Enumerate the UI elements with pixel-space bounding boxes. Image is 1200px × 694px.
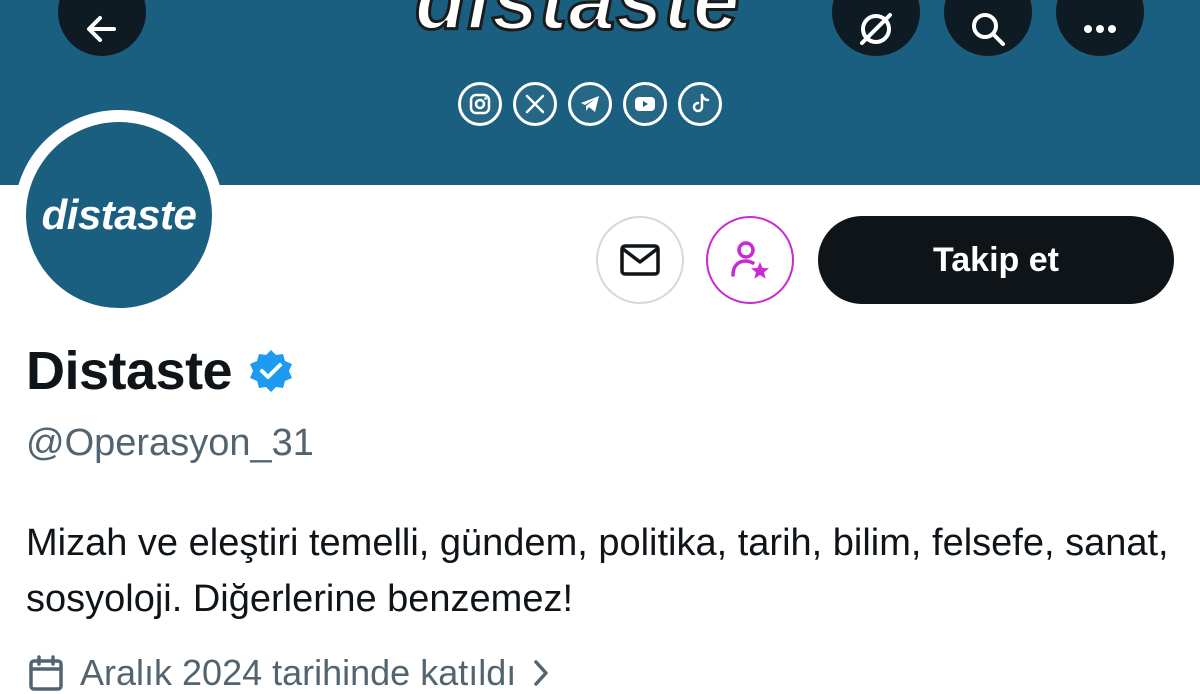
mail-icon	[620, 244, 660, 276]
x-icon	[513, 82, 557, 126]
more-icon	[1084, 25, 1116, 33]
more-button[interactable]	[1056, 0, 1144, 56]
chevron-right-icon	[534, 660, 549, 686]
person-star-icon	[731, 241, 769, 279]
calendar-icon	[29, 655, 63, 691]
subscribe-button[interactable]	[706, 216, 794, 304]
follow-button[interactable]: Takip et	[818, 216, 1174, 304]
back-arrow-icon	[87, 16, 116, 42]
social-links	[458, 82, 722, 126]
display-name: Distaste	[26, 341, 233, 401]
message-button[interactable]	[596, 216, 684, 304]
search-button[interactable]	[944, 0, 1032, 56]
profile-bio: Mizah ve eleştiri temelli, gündem, polit…	[26, 522, 1169, 620]
search-icon	[972, 13, 1005, 46]
back-button[interactable]	[58, 0, 146, 56]
instagram-icon	[458, 82, 502, 126]
grok-icon	[860, 13, 892, 45]
profile-handle: @Operasyon_31	[26, 422, 314, 464]
avatar-logo: distaste	[26, 122, 212, 308]
telegram-icon	[568, 82, 612, 126]
avatar[interactable]: distaste	[14, 110, 224, 320]
verified-badge-icon	[250, 350, 293, 392]
grok-button[interactable]	[832, 0, 920, 56]
youtube-icon	[623, 82, 667, 126]
joined-date-row[interactable]: Aralık 2024 tarihinde katıldı	[26, 652, 552, 694]
profile-name-row: Distaste	[26, 340, 294, 402]
tiktok-icon	[678, 82, 722, 126]
joined-date: Aralık 2024 tarihinde katıldı	[80, 652, 517, 693]
banner-title: distaste	[413, 0, 741, 49]
avatar-text: distaste	[41, 191, 197, 238]
